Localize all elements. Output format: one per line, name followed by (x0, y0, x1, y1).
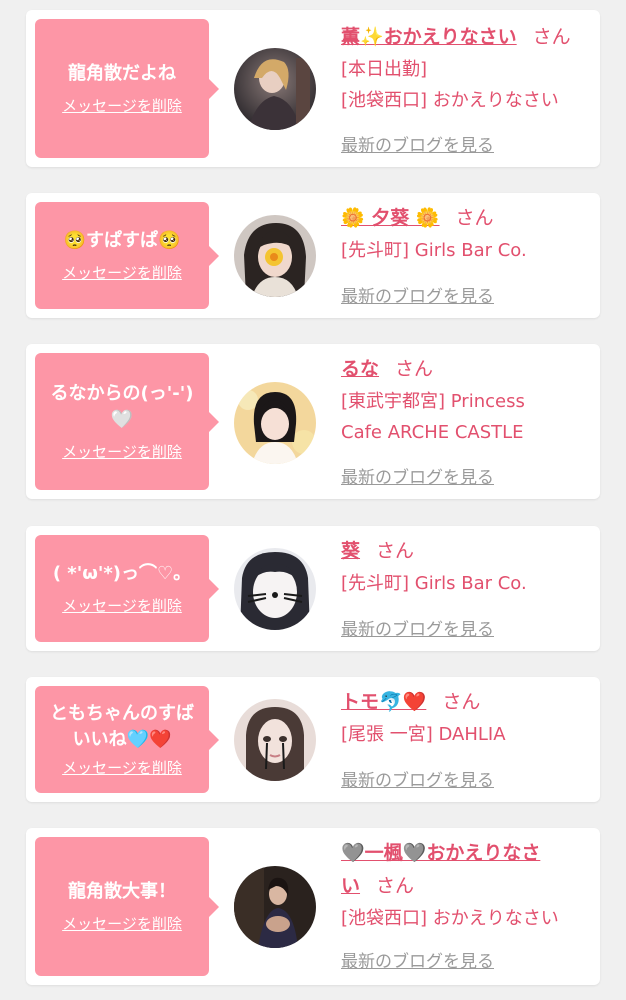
message-bubble: ともちゃんのすば いいね🩵❤️ メッセージを削除 (35, 686, 219, 793)
message-card: ともちゃんのすば いいね🩵❤️ メッセージを削除 トモ🐬❤️ さん [尾張 一宮]… (26, 677, 600, 802)
name-line: るな さん (341, 353, 591, 386)
cast-name-link[interactable]: トモ🐬❤️ (341, 691, 426, 713)
avatar[interactable] (234, 48, 316, 130)
avatar[interactable] (234, 548, 316, 630)
cast-name-link[interactable]: 葵 (341, 540, 360, 562)
name-line: 🌼 夕葵 🌼 さん (341, 202, 591, 235)
name-line: 薫✨おかえりなさい さん (341, 21, 591, 54)
message-text: 龍角散大事！ (68, 881, 176, 902)
message-text: ( *'ω'*)っ⌒♡。 (52, 563, 192, 584)
cast-name-link[interactable]: 🌼 夕葵 🌼 (341, 207, 440, 229)
message-card: ( *'ω'*)っ⌒♡。 メッセージを削除 葵さん [先斗町] Girls Ba… (26, 526, 600, 651)
name-line: 🩶一楓🩶おかえりなさ (341, 837, 591, 870)
avatar[interactable] (234, 215, 316, 297)
message-card: るなからの(っ'-') 🤍 メッセージを削除 るな さん [東武宇都宮] Prin… (26, 344, 600, 499)
message-text: ともちゃんのすば (50, 703, 194, 724)
message-text-line2: いいね🩵❤️ (72, 729, 172, 750)
shop-name: [池袋西口] おかえりなさい (341, 90, 559, 111)
message-bubble: 龍角散大事！ メッセージを削除 (35, 837, 219, 976)
message-text: るなからの(っ'-') (50, 383, 194, 404)
honorific: さん (395, 358, 434, 380)
message-text-line2: 🤍 (110, 409, 134, 430)
message-text: 🥺すぱすぱ🥺 (63, 230, 181, 251)
cast-name-link[interactable]: るな (341, 358, 379, 380)
shop-name: [先斗町] Girls Bar Co. (341, 573, 527, 594)
avatar[interactable] (234, 866, 316, 948)
message-bubble: るなからの(っ'-') 🤍 メッセージを削除 (35, 353, 219, 490)
delete-message-link[interactable]: メッセージを削除 (62, 262, 182, 283)
cast-name-link[interactable]: 🩶一楓🩶おかえりなさ (341, 842, 540, 864)
latest-blog-link[interactable]: 最新のブログを見る (341, 463, 494, 488)
avatar[interactable] (234, 699, 316, 781)
latest-blog-link[interactable]: 最新のブログを見る (341, 766, 494, 791)
shop-name: [東武宇都宮] Princess (341, 391, 525, 412)
latest-blog-link[interactable]: 最新のブログを見る (341, 131, 494, 156)
shop-name: [先斗町] Girls Bar Co. (341, 240, 527, 261)
delete-message-link[interactable]: メッセージを削除 (62, 913, 182, 934)
message-card: 龍角散だよね メッセージを削除 薫✨おかえりなさい さん [本日出勤] [池袋西口… (26, 10, 600, 167)
name-line: いさん (341, 870, 591, 903)
delete-message-link[interactable]: メッセージを削除 (62, 595, 182, 616)
cast-info: トモ🐬❤️ さん [尾張 一宮] DAHLIA (341, 686, 591, 750)
message-card: 🥺すぱすぱ🥺 メッセージを削除 🌼 夕葵 🌼 さん [先斗町] Girls Bar… (26, 193, 600, 318)
message-bubble: ( *'ω'*)っ⌒♡。 メッセージを削除 (35, 535, 219, 642)
honorific: さん (376, 875, 415, 897)
message-bubble: 龍角散だよね メッセージを削除 (35, 19, 219, 158)
shop-name: [池袋西口] おかえりなさい (341, 908, 559, 929)
delete-message-link[interactable]: メッセージを削除 (62, 757, 182, 778)
shop-name: [本日出勤] (341, 59, 428, 80)
message-card: 龍角散大事！ メッセージを削除 🩶一楓🩶おかえりなさ いさん [池袋西口] おか… (26, 828, 600, 985)
latest-blog-link[interactable]: 最新のブログを見る (341, 615, 494, 640)
delete-message-link[interactable]: メッセージを削除 (62, 441, 182, 462)
delete-message-link[interactable]: メッセージを削除 (62, 95, 182, 116)
honorific: さん (376, 540, 415, 562)
name-line: 葵さん (341, 535, 591, 568)
cast-info: 🌼 夕葵 🌼 さん [先斗町] Girls Bar Co. (341, 202, 591, 266)
shop-name: Cafe ARCHE CASTLE (341, 422, 524, 443)
honorific: さん (442, 691, 481, 713)
cast-name-link[interactable]: 薫✨おかえりなさい (341, 26, 517, 48)
cast-info: 葵さん [先斗町] Girls Bar Co. (341, 535, 591, 599)
latest-blog-link[interactable]: 最新のブログを見る (341, 282, 494, 307)
honorific: さん (532, 26, 571, 48)
message-text: 龍角散だよね (68, 63, 176, 84)
latest-blog-link[interactable]: 最新のブログを見る (341, 947, 494, 972)
cast-info: 薫✨おかえりなさい さん [本日出勤] [池袋西口] おかえりなさい (341, 21, 591, 116)
message-bubble: 🥺すぱすぱ🥺 メッセージを削除 (35, 202, 219, 309)
avatar[interactable] (234, 382, 316, 464)
cast-info: 🩶一楓🩶おかえりなさ いさん [池袋西口] おかえりなさい (341, 837, 591, 934)
cast-info: るな さん [東武宇都宮] Princess Cafe ARCHE CASTLE (341, 353, 591, 448)
honorific: さん (455, 207, 494, 229)
cast-name-link-continued[interactable]: い (341, 875, 360, 897)
shop-name: [尾張 一宮] DAHLIA (341, 724, 506, 745)
name-line: トモ🐬❤️ さん (341, 686, 591, 719)
